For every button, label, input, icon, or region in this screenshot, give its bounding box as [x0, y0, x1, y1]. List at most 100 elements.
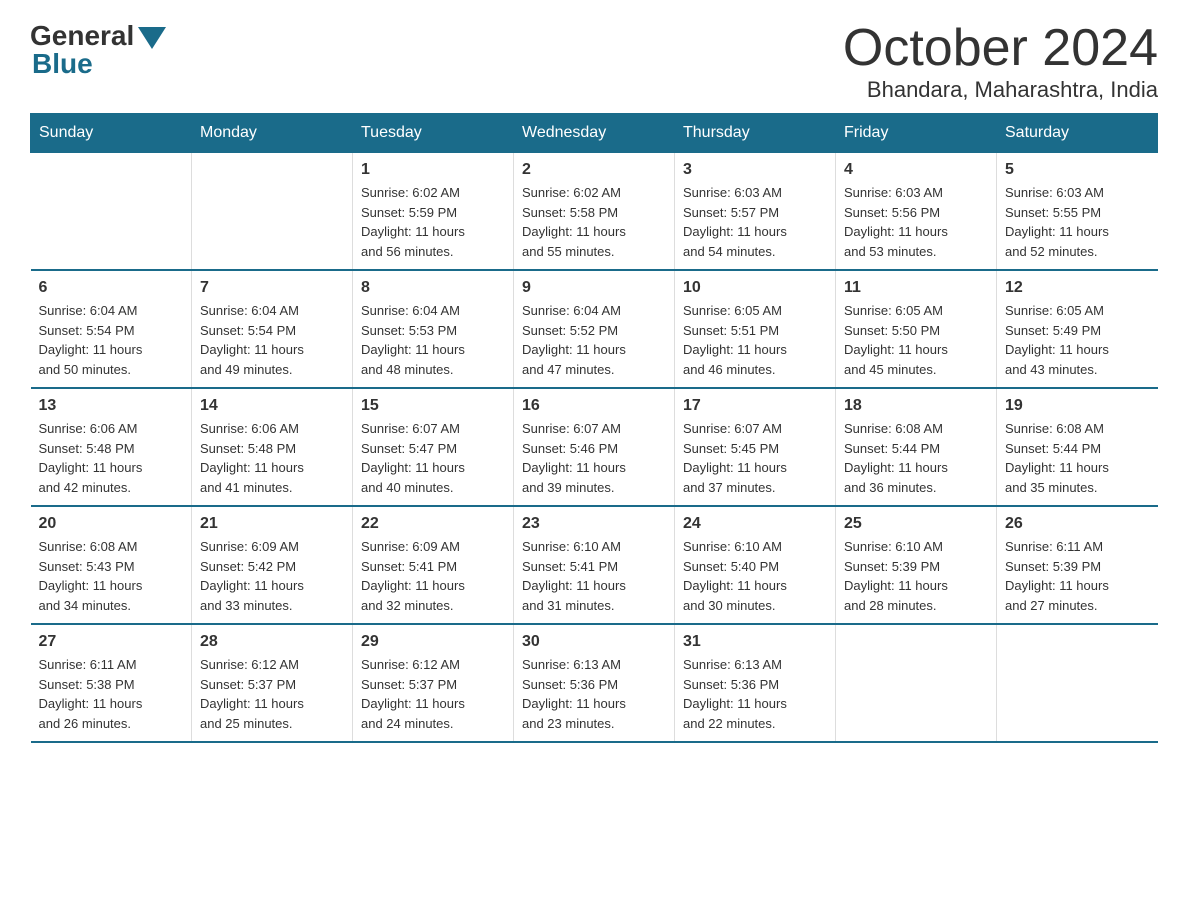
day-info: Sunrise: 6:09 AMSunset: 5:42 PMDaylight:… — [200, 537, 344, 615]
day-info: Sunrise: 6:10 AMSunset: 5:39 PMDaylight:… — [844, 537, 988, 615]
day-number: 6 — [39, 279, 184, 297]
week-row-5: 27 Sunrise: 6:11 AMSunset: 5:38 PMDayligh… — [31, 624, 1158, 742]
calendar-cell: 29 Sunrise: 6:12 AMSunset: 5:37 PMDayligh… — [353, 624, 514, 742]
day-info: Sunrise: 6:03 AMSunset: 5:55 PMDaylight:… — [1005, 183, 1150, 261]
day-info: Sunrise: 6:04 AMSunset: 5:54 PMDaylight:… — [39, 301, 184, 379]
header-cell-wednesday: Wednesday — [514, 114, 675, 153]
day-number: 29 — [361, 633, 505, 651]
day-info: Sunrise: 6:09 AMSunset: 5:41 PMDaylight:… — [361, 537, 505, 615]
day-info: Sunrise: 6:03 AMSunset: 5:57 PMDaylight:… — [683, 183, 827, 261]
calendar-cell: 14 Sunrise: 6:06 AMSunset: 5:48 PMDayligh… — [192, 388, 353, 506]
day-info: Sunrise: 6:07 AMSunset: 5:46 PMDaylight:… — [522, 419, 666, 497]
day-info: Sunrise: 6:04 AMSunset: 5:52 PMDaylight:… — [522, 301, 666, 379]
day-info: Sunrise: 6:04 AMSunset: 5:53 PMDaylight:… — [361, 301, 505, 379]
calendar-cell: 28 Sunrise: 6:12 AMSunset: 5:37 PMDayligh… — [192, 624, 353, 742]
day-info: Sunrise: 6:11 AMSunset: 5:38 PMDaylight:… — [39, 655, 184, 733]
calendar-cell: 5Sunrise: 6:03 AMSunset: 5:55 PMDaylight… — [997, 153, 1158, 271]
calendar-cell: 2Sunrise: 6:02 AMSunset: 5:58 PMDaylight… — [514, 153, 675, 271]
calendar-cell: 1Sunrise: 6:02 AMSunset: 5:59 PMDaylight… — [353, 153, 514, 271]
calendar-cell — [836, 624, 997, 742]
calendar-cell: 19 Sunrise: 6:08 AMSunset: 5:44 PMDayligh… — [997, 388, 1158, 506]
logo: General Blue — [30, 20, 166, 80]
calendar-cell: 8 Sunrise: 6:04 AMSunset: 5:53 PMDaylight… — [353, 270, 514, 388]
calendar-cell: 18 Sunrise: 6:08 AMSunset: 5:44 PMDayligh… — [836, 388, 997, 506]
location-title: Bhandara, Maharashtra, India — [843, 77, 1158, 103]
day-number: 11 — [844, 279, 988, 297]
day-number: 4 — [844, 161, 988, 179]
calendar-body: 1Sunrise: 6:02 AMSunset: 5:59 PMDaylight… — [31, 153, 1158, 743]
day-info: Sunrise: 6:12 AMSunset: 5:37 PMDaylight:… — [361, 655, 505, 733]
week-row-2: 6 Sunrise: 6:04 AMSunset: 5:54 PMDaylight… — [31, 270, 1158, 388]
day-number: 19 — [1005, 397, 1150, 415]
day-info: Sunrise: 6:07 AMSunset: 5:45 PMDaylight:… — [683, 419, 827, 497]
calendar-cell: 9 Sunrise: 6:04 AMSunset: 5:52 PMDaylight… — [514, 270, 675, 388]
day-number: 14 — [200, 397, 344, 415]
week-row-1: 1Sunrise: 6:02 AMSunset: 5:59 PMDaylight… — [31, 153, 1158, 271]
day-info: Sunrise: 6:08 AMSunset: 5:44 PMDaylight:… — [844, 419, 988, 497]
calendar-cell: 20Sunrise: 6:08 AMSunset: 5:43 PMDayligh… — [31, 506, 192, 624]
calendar-cell: 12 Sunrise: 6:05 AMSunset: 5:49 PMDayligh… — [997, 270, 1158, 388]
day-number: 22 — [361, 515, 505, 533]
day-info: Sunrise: 6:12 AMSunset: 5:37 PMDaylight:… — [200, 655, 344, 733]
day-info: Sunrise: 6:05 AMSunset: 5:49 PMDaylight:… — [1005, 301, 1150, 379]
day-info: Sunrise: 6:05 AMSunset: 5:50 PMDaylight:… — [844, 301, 988, 379]
calendar-cell: 16 Sunrise: 6:07 AMSunset: 5:46 PMDayligh… — [514, 388, 675, 506]
calendar-cell: 11 Sunrise: 6:05 AMSunset: 5:50 PMDayligh… — [836, 270, 997, 388]
week-row-3: 13Sunrise: 6:06 AMSunset: 5:48 PMDayligh… — [31, 388, 1158, 506]
calendar-cell: 17Sunrise: 6:07 AMSunset: 5:45 PMDayligh… — [675, 388, 836, 506]
title-block: October 2024 Bhandara, Maharashtra, Indi… — [843, 20, 1158, 103]
header-cell-monday: Monday — [192, 114, 353, 153]
logo-arrow-icon — [138, 27, 166, 49]
day-number: 31 — [683, 633, 827, 651]
day-number: 28 — [200, 633, 344, 651]
page-header: General Blue October 2024 Bhandara, Maha… — [30, 20, 1158, 103]
day-number: 26 — [1005, 515, 1150, 533]
day-number: 1 — [361, 161, 505, 179]
day-number: 25 — [844, 515, 988, 533]
calendar-cell: 23Sunrise: 6:10 AMSunset: 5:41 PMDayligh… — [514, 506, 675, 624]
calendar-cell: 21 Sunrise: 6:09 AMSunset: 5:42 PMDayligh… — [192, 506, 353, 624]
day-info: Sunrise: 6:13 AMSunset: 5:36 PMDaylight:… — [683, 655, 827, 733]
day-info: Sunrise: 6:10 AMSunset: 5:41 PMDaylight:… — [522, 537, 666, 615]
day-info: Sunrise: 6:13 AMSunset: 5:36 PMDaylight:… — [522, 655, 666, 733]
calendar-cell: 30Sunrise: 6:13 AMSunset: 5:36 PMDayligh… — [514, 624, 675, 742]
day-info: Sunrise: 6:05 AMSunset: 5:51 PMDaylight:… — [683, 301, 827, 379]
day-info: Sunrise: 6:06 AMSunset: 5:48 PMDaylight:… — [39, 419, 184, 497]
calendar-cell: 10 Sunrise: 6:05 AMSunset: 5:51 PMDayligh… — [675, 270, 836, 388]
day-number: 27 — [39, 633, 184, 651]
day-info: Sunrise: 6:03 AMSunset: 5:56 PMDaylight:… — [844, 183, 988, 261]
calendar-cell: 31 Sunrise: 6:13 AMSunset: 5:36 PMDayligh… — [675, 624, 836, 742]
header-cell-sunday: Sunday — [31, 114, 192, 153]
calendar-cell: 26Sunrise: 6:11 AMSunset: 5:39 PMDayligh… — [997, 506, 1158, 624]
day-number: 24 — [683, 515, 827, 533]
calendar-cell: 27 Sunrise: 6:11 AMSunset: 5:38 PMDayligh… — [31, 624, 192, 742]
day-number: 8 — [361, 279, 505, 297]
calendar-header: SundayMondayTuesdayWednesdayThursdayFrid… — [31, 114, 1158, 153]
day-number: 12 — [1005, 279, 1150, 297]
day-number: 9 — [522, 279, 666, 297]
day-number: 2 — [522, 161, 666, 179]
month-title: October 2024 — [843, 20, 1158, 77]
calendar-cell: 7Sunrise: 6:04 AMSunset: 5:54 PMDaylight… — [192, 270, 353, 388]
day-number: 21 — [200, 515, 344, 533]
day-number: 18 — [844, 397, 988, 415]
day-info: Sunrise: 6:06 AMSunset: 5:48 PMDaylight:… — [200, 419, 344, 497]
logo-blue-text: Blue — [32, 48, 93, 80]
calendar-cell: 3Sunrise: 6:03 AMSunset: 5:57 PMDaylight… — [675, 153, 836, 271]
day-number: 7 — [200, 279, 344, 297]
day-info: Sunrise: 6:08 AMSunset: 5:43 PMDaylight:… — [39, 537, 184, 615]
day-info: Sunrise: 6:07 AMSunset: 5:47 PMDaylight:… — [361, 419, 505, 497]
calendar-cell: 4 Sunrise: 6:03 AMSunset: 5:56 PMDaylight… — [836, 153, 997, 271]
header-row: SundayMondayTuesdayWednesdayThursdayFrid… — [31, 114, 1158, 153]
calendar-cell: 22 Sunrise: 6:09 AMSunset: 5:41 PMDayligh… — [353, 506, 514, 624]
calendar-cell: 24Sunrise: 6:10 AMSunset: 5:40 PMDayligh… — [675, 506, 836, 624]
calendar-cell: 25 Sunrise: 6:10 AMSunset: 5:39 PMDayligh… — [836, 506, 997, 624]
week-row-4: 20Sunrise: 6:08 AMSunset: 5:43 PMDayligh… — [31, 506, 1158, 624]
calendar-cell — [192, 153, 353, 271]
day-info: Sunrise: 6:08 AMSunset: 5:44 PMDaylight:… — [1005, 419, 1150, 497]
header-cell-thursday: Thursday — [675, 114, 836, 153]
day-number: 16 — [522, 397, 666, 415]
calendar-cell: 15Sunrise: 6:07 AMSunset: 5:47 PMDayligh… — [353, 388, 514, 506]
day-number: 10 — [683, 279, 827, 297]
header-cell-saturday: Saturday — [997, 114, 1158, 153]
